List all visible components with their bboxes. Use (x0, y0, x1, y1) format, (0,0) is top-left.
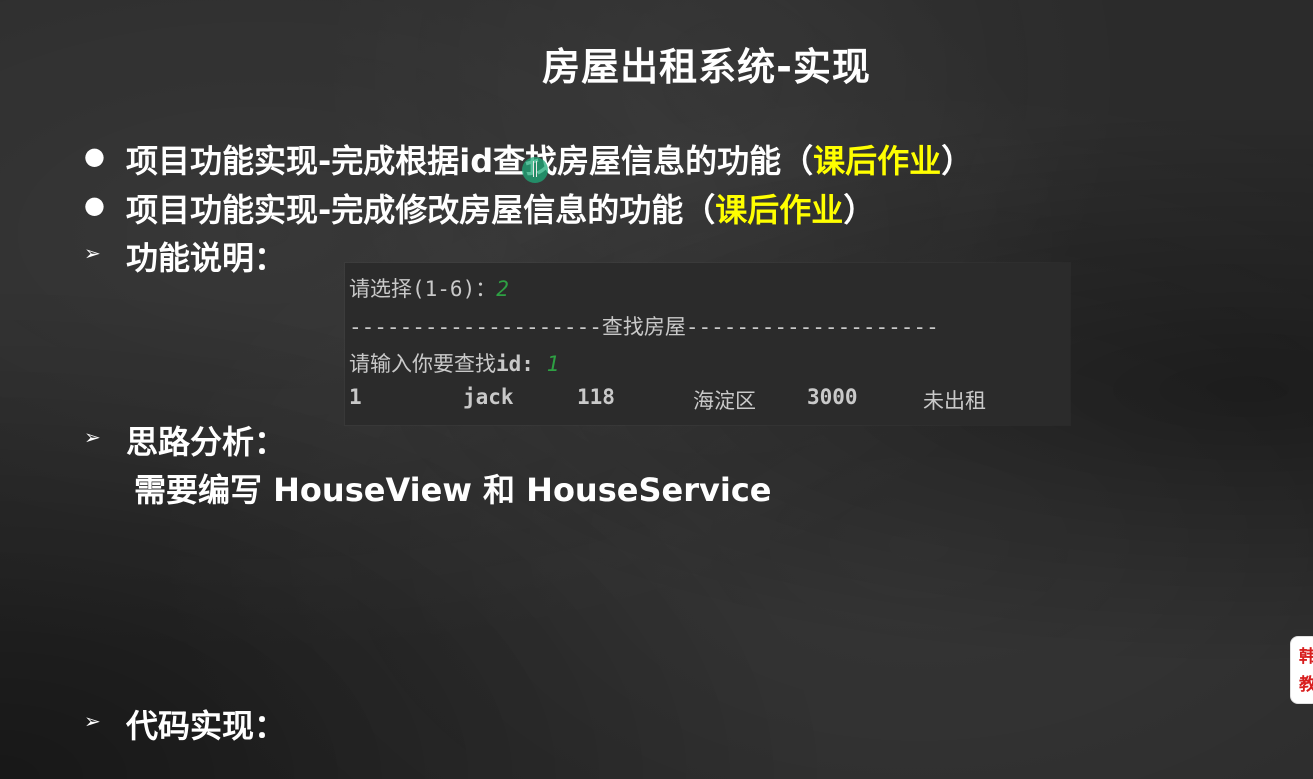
console-prompt: 请输入你要查找 (349, 352, 496, 376)
result-state: 未出租 (923, 389, 986, 413)
analysis-note: 需要编写 HouseView 和 HouseService (134, 471, 772, 509)
arrow-bullet-icon: ➢ (84, 709, 101, 733)
bullet-dot-icon: ● (84, 142, 105, 170)
side-logo-badge[interactable]: 韩 教 (1290, 636, 1313, 704)
homework-highlight: 课后作业 (715, 191, 844, 229)
section-heading: 功能说明： (126, 239, 287, 277)
bullet-item-modify: ● 项目功能实现-完成修改房屋信息的功能（课后作业） (84, 185, 875, 231)
homework-highlight: 课后作业 (813, 142, 942, 180)
badge-char: 韩 (1299, 643, 1313, 671)
result-address: 海淀区 (693, 389, 756, 413)
result-id: 1 (349, 385, 362, 409)
section-heading: 代码实现： (126, 707, 287, 745)
section-code: ➢ 代码实现： (84, 701, 286, 747)
result-phone: 118 (577, 385, 615, 409)
bullet-suffix: ） (941, 142, 974, 180)
section-heading: 思路分析： (126, 423, 287, 461)
section-function-desc: ➢ 功能说明： (84, 233, 286, 279)
console-prompt: 请选择(1-6)： (349, 277, 497, 301)
console-prompt-id: id: (496, 352, 547, 376)
result-name: jack (463, 385, 514, 409)
arrow-bullet-icon: ➢ (84, 425, 101, 449)
arrow-bullet-icon: ➢ (84, 241, 101, 265)
badge-char: 教 (1299, 671, 1313, 699)
console-screenshot: 请选择(1-6)：2 --------------------查找房屋-----… (345, 263, 1070, 425)
bullet-text: 项目功能实现-完成修改房屋信息的功能（ (126, 191, 716, 229)
console-line-id-prompt: 请输入你要查找id: 1 (349, 348, 559, 378)
result-rent: 3000 (807, 385, 858, 409)
slide-title: 房屋出租系统-实现 (542, 45, 871, 89)
bullet-dot-icon: ● (84, 191, 105, 219)
console-line-menu-choice: 请选择(1-6)：2 (349, 273, 509, 303)
bullet-suffix: ） (843, 191, 876, 229)
section-analysis: ➢ 思路分析： (84, 417, 286, 463)
console-line-divider: --------------------查找房屋----------------… (349, 315, 939, 339)
console-user-input: 1 (546, 352, 560, 376)
text-cursor-icon (533, 161, 537, 177)
bullet-text: 项目功能实现-完成根据id查找房屋信息的功能（ (126, 142, 814, 180)
console-result-row: 1 jack 118 海淀区 3000 未出租 (345, 385, 1070, 415)
console-user-input: 2 (496, 277, 509, 301)
